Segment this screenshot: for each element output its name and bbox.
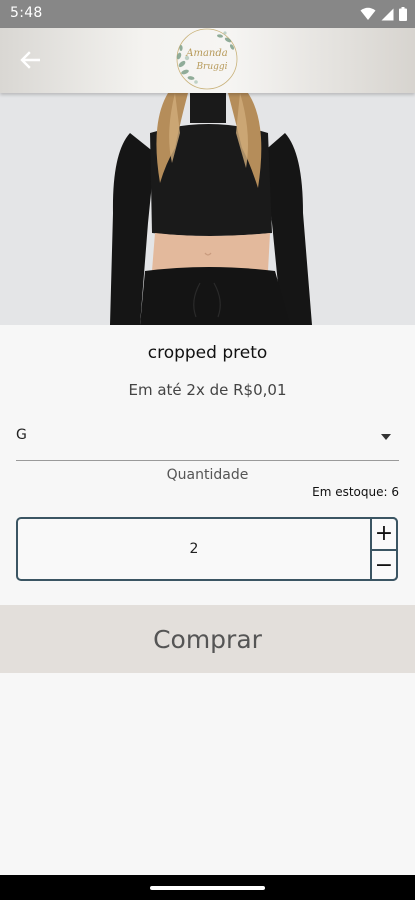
quantity-label: Quantidade xyxy=(166,467,249,483)
product-screen: 5:48 Amanda Bruggi cropped preto Em até … xyxy=(0,0,415,900)
size-select[interactable]: G xyxy=(16,418,399,461)
size-select-value: G xyxy=(16,427,27,443)
quantity-input[interactable]: 2 xyxy=(18,541,370,557)
app-bar: Amanda Bruggi xyxy=(0,28,415,93)
arrow-left-icon xyxy=(20,51,40,69)
stock-label: Em estoque: 6 xyxy=(312,485,399,499)
product-name: cropped preto xyxy=(147,343,268,363)
product-price: Em até 2x de R$0,01 xyxy=(128,381,287,399)
decrement-button[interactable]: − xyxy=(372,549,396,581)
wifi-icon xyxy=(360,7,376,20)
status-bar: 5:48 xyxy=(0,0,415,28)
back-button[interactable] xyxy=(14,44,46,76)
signal-icon xyxy=(381,8,394,20)
dropdown-arrow-icon xyxy=(381,434,391,440)
brand-logo: Amanda Bruggi xyxy=(168,28,246,93)
increment-button[interactable]: + xyxy=(372,519,396,549)
product-image xyxy=(0,93,415,325)
plus-icon: + xyxy=(374,521,394,546)
status-time: 5:48 xyxy=(10,5,43,21)
status-icons xyxy=(360,6,407,22)
battery-icon xyxy=(399,7,407,21)
minus-icon: − xyxy=(374,553,394,578)
logo-text-line1: Amanda xyxy=(185,48,228,59)
logo-text-line2: Bruggi xyxy=(195,62,227,72)
buy-button[interactable]: Comprar xyxy=(0,605,415,673)
quantity-stepper: 2 + − xyxy=(16,517,398,581)
system-nav-bar xyxy=(0,875,415,900)
home-handle[interactable] xyxy=(150,886,265,890)
quantity-controls: + − xyxy=(370,517,398,581)
